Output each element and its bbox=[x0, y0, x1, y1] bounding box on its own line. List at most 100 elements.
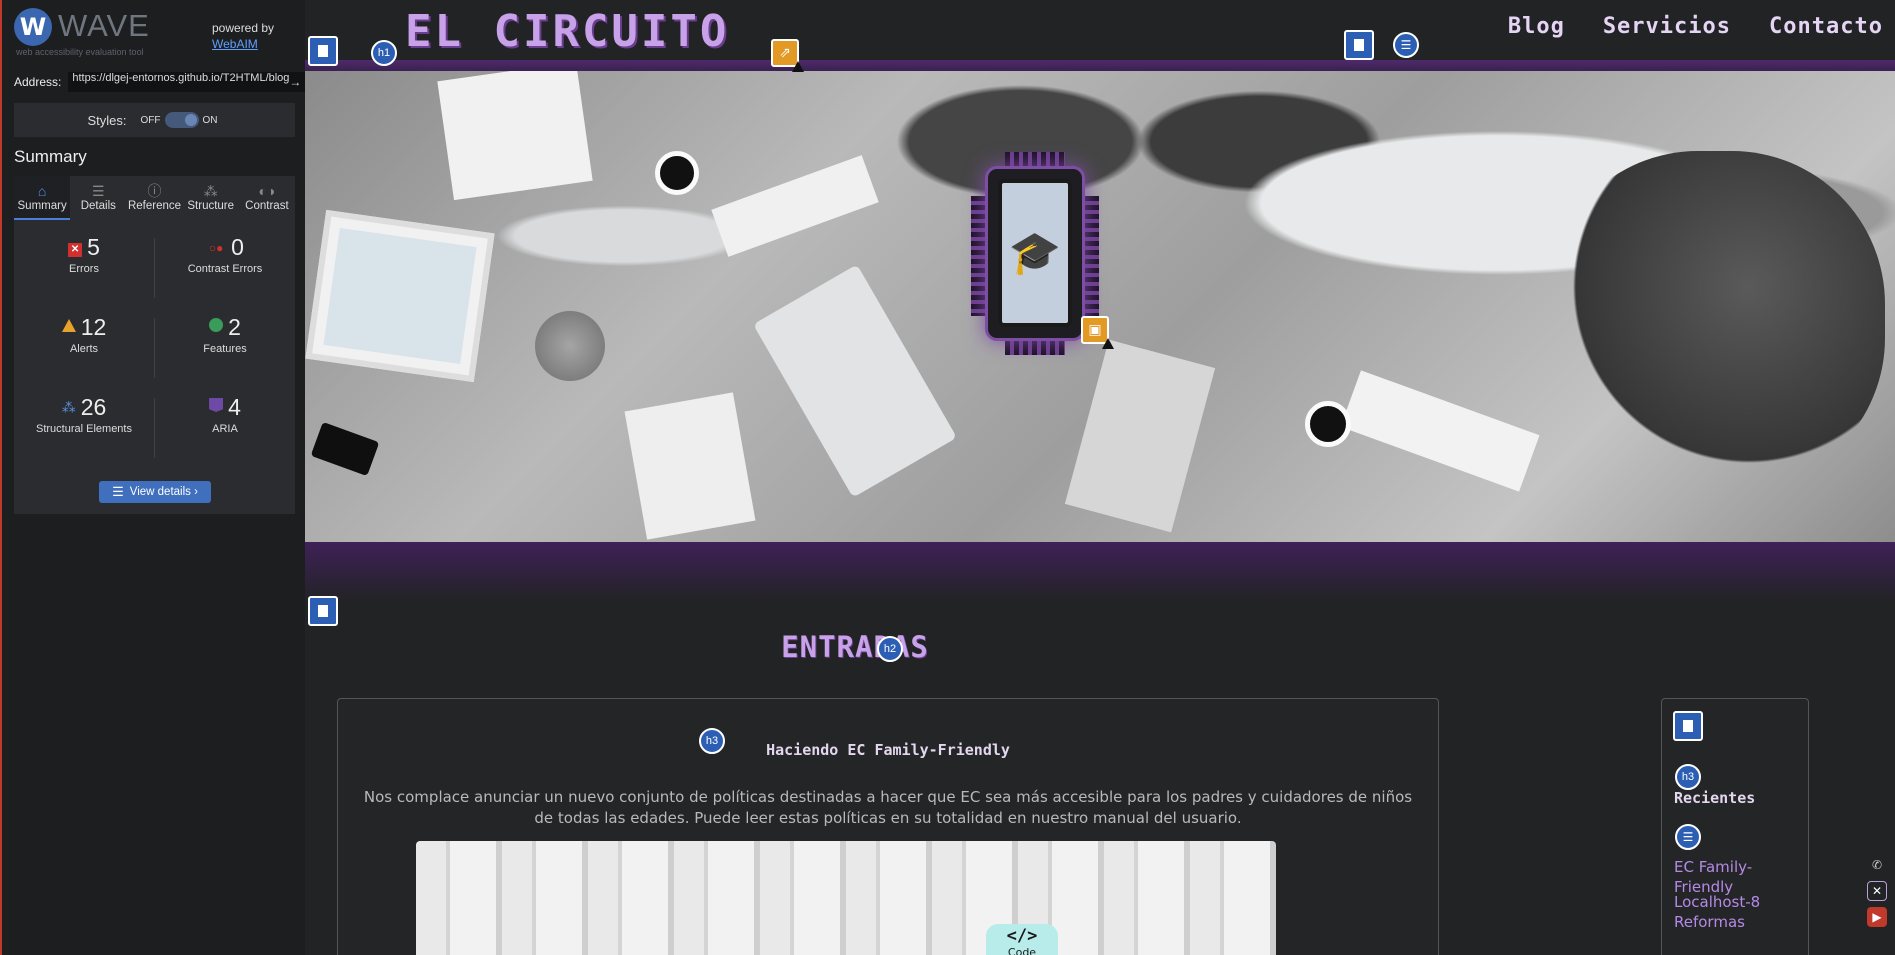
heading-icon[interactable]: h3 bbox=[699, 728, 725, 754]
heading-icon[interactable]: h2 bbox=[877, 636, 903, 662]
youtube-icon[interactable]: ▶ bbox=[1867, 907, 1887, 927]
blog-post: Haciendo EC Family-Friendly Nos complace… bbox=[337, 698, 1439, 955]
recent-link[interactable]: Localhost-8 bbox=[1674, 892, 1794, 912]
plant bbox=[535, 311, 605, 381]
tab-label: Structure bbox=[187, 200, 235, 212]
alerts-label: Alerts bbox=[69, 343, 99, 355]
contrast-error-icon: ○● bbox=[208, 241, 224, 255]
summary-title: Summary bbox=[14, 147, 87, 166]
post-title: Haciendo EC Family-Friendly bbox=[766, 741, 1010, 759]
tab-reference[interactable]: ⓘ Reference bbox=[126, 176, 182, 220]
toggle-knob bbox=[184, 114, 197, 126]
error-icon: ✕ bbox=[68, 243, 83, 257]
features-label: Features bbox=[203, 343, 247, 355]
site-title: EL CIRCUITO bbox=[405, 6, 730, 57]
purple-band bbox=[305, 542, 1895, 602]
powered-by: powered by WebAIM bbox=[212, 20, 274, 52]
heading-icon[interactable]: h1 bbox=[371, 40, 397, 66]
structural-count: 26 bbox=[80, 394, 107, 420]
styles-on-label: ON bbox=[202, 114, 218, 126]
view-details-button[interactable]: ☰ View details › bbox=[99, 481, 211, 503]
graduation-cap-icon: 🎓 bbox=[1008, 228, 1062, 277]
side-widgets: ✆ ✕ ▶ bbox=[1867, 855, 1887, 927]
website: EL CIRCUITO Blog Servicios Contacto 🎓 EN… bbox=[305, 0, 1895, 955]
chip-logo: 🎓 bbox=[971, 152, 1099, 355]
nav-link-servicios[interactable]: Servicios bbox=[1603, 14, 1731, 39]
list-icon: ☰ bbox=[112, 484, 124, 499]
webaim-link[interactable]: WebAIM bbox=[212, 36, 274, 52]
chip-body: 🎓 bbox=[985, 166, 1085, 341]
tab-label: Reference bbox=[127, 200, 182, 212]
region-icon[interactable] bbox=[308, 36, 338, 66]
styles-off-label: OFF bbox=[140, 114, 161, 126]
code-label: Code bbox=[1007, 946, 1037, 955]
tab-structure[interactable]: ⁂ Structure bbox=[183, 176, 239, 220]
tab-summary[interactable]: ⌂ Summary bbox=[14, 176, 71, 220]
tablet bbox=[305, 209, 495, 383]
section-title: ENTRADAS bbox=[781, 630, 929, 664]
stat-contrast-errors[interactable]: ○● 0 Contrast Errors bbox=[155, 234, 295, 275]
summary-panel: ⌂ Summary ☰ Details ⓘ Reference ⁂ Struct… bbox=[14, 176, 295, 514]
header-border bbox=[305, 60, 1895, 71]
stat-alerts[interactable]: 12 Alerts bbox=[14, 314, 154, 355]
recent-link[interactable]: Reformas bbox=[1674, 912, 1794, 932]
features-count: 2 bbox=[228, 314, 241, 340]
warning-icon bbox=[792, 61, 804, 72]
address-input[interactable]: https://dlgej-entornos.github.io/T2HTML/… bbox=[68, 72, 308, 92]
code-icon: </> bbox=[1006, 926, 1038, 946]
list-icon[interactable]: ☰ bbox=[1675, 824, 1701, 850]
stat-errors[interactable]: ✕ 5 Errors bbox=[14, 234, 154, 275]
wave-tabs: ⌂ Summary ☰ Details ⓘ Reference ⁂ Struct… bbox=[14, 176, 295, 220]
tab-label: Summary bbox=[17, 200, 67, 212]
aside-title: Recientes bbox=[1674, 789, 1756, 807]
errors-label: Errors bbox=[69, 263, 99, 275]
hero-image: 🎓 bbox=[305, 71, 1895, 542]
wave-logo-icon[interactable]: W bbox=[14, 8, 52, 46]
tab-details[interactable]: ☰ Details bbox=[70, 176, 126, 220]
region-icon[interactable] bbox=[1344, 30, 1374, 60]
structure-icon: ⁂ bbox=[203, 183, 218, 199]
chip-screen: 🎓 bbox=[998, 179, 1072, 327]
region-icon[interactable] bbox=[1673, 711, 1703, 741]
warning-icon bbox=[1102, 338, 1114, 349]
stat-structural[interactable]: ⁂ 26 Structural Elements bbox=[14, 394, 154, 435]
stat-features[interactable]: 2 Features bbox=[155, 314, 295, 355]
papers bbox=[1064, 339, 1216, 533]
stat-aria[interactable]: 4 ARIA bbox=[155, 394, 295, 435]
site-header: EL CIRCUITO Blog Servicios Contacto bbox=[305, 0, 1895, 60]
person bbox=[1545, 151, 1885, 491]
tab-contrast[interactable]: ◐◑ Contrast bbox=[239, 176, 295, 220]
notebook bbox=[437, 71, 593, 201]
wave-name: WAVE bbox=[58, 8, 150, 43]
phone bbox=[310, 421, 380, 477]
nav-link-blog[interactable]: Blog bbox=[1508, 14, 1565, 39]
arrow-right-icon[interactable]: → bbox=[287, 72, 303, 92]
keyboard bbox=[1340, 370, 1540, 492]
styles-toggle[interactable] bbox=[164, 112, 199, 128]
tab-label: Contrast bbox=[245, 200, 289, 212]
region-inner bbox=[315, 42, 331, 60]
alert-link-icon[interactable]: ⇗ bbox=[771, 39, 804, 72]
region-icon[interactable] bbox=[308, 596, 338, 626]
list-icon[interactable]: ☰ bbox=[1393, 32, 1419, 58]
contrast-errors-count: 0 bbox=[231, 234, 244, 260]
heading-icon[interactable]: h3 bbox=[1675, 764, 1701, 790]
coffee-mug bbox=[1305, 401, 1351, 447]
region-inner bbox=[1680, 717, 1696, 735]
tablet-screen bbox=[323, 227, 477, 365]
styles-toggle-box: Styles: OFF ON bbox=[14, 103, 295, 137]
recent-link[interactable]: EC Family-Friendly bbox=[1674, 857, 1794, 897]
powered-by-text: powered by bbox=[212, 21, 275, 35]
alert-image-icon[interactable]: ▣ bbox=[1081, 316, 1114, 349]
post-image bbox=[416, 841, 1276, 955]
wave-tagline: web accessibility evaluation tool bbox=[16, 47, 144, 57]
region-inner bbox=[315, 602, 331, 620]
whatsapp-icon[interactable]: ✆ bbox=[1867, 855, 1887, 875]
contrast-icon: ◐◑ bbox=[258, 183, 276, 199]
close-icon[interactable]: ✕ bbox=[1867, 881, 1887, 901]
alerts-count: 12 bbox=[80, 314, 107, 340]
aria-icon bbox=[209, 398, 224, 412]
nav-link-contacto[interactable]: Contacto bbox=[1769, 14, 1883, 39]
structure-icon: ⁂ bbox=[61, 399, 76, 415]
coffee-mug bbox=[655, 151, 699, 195]
